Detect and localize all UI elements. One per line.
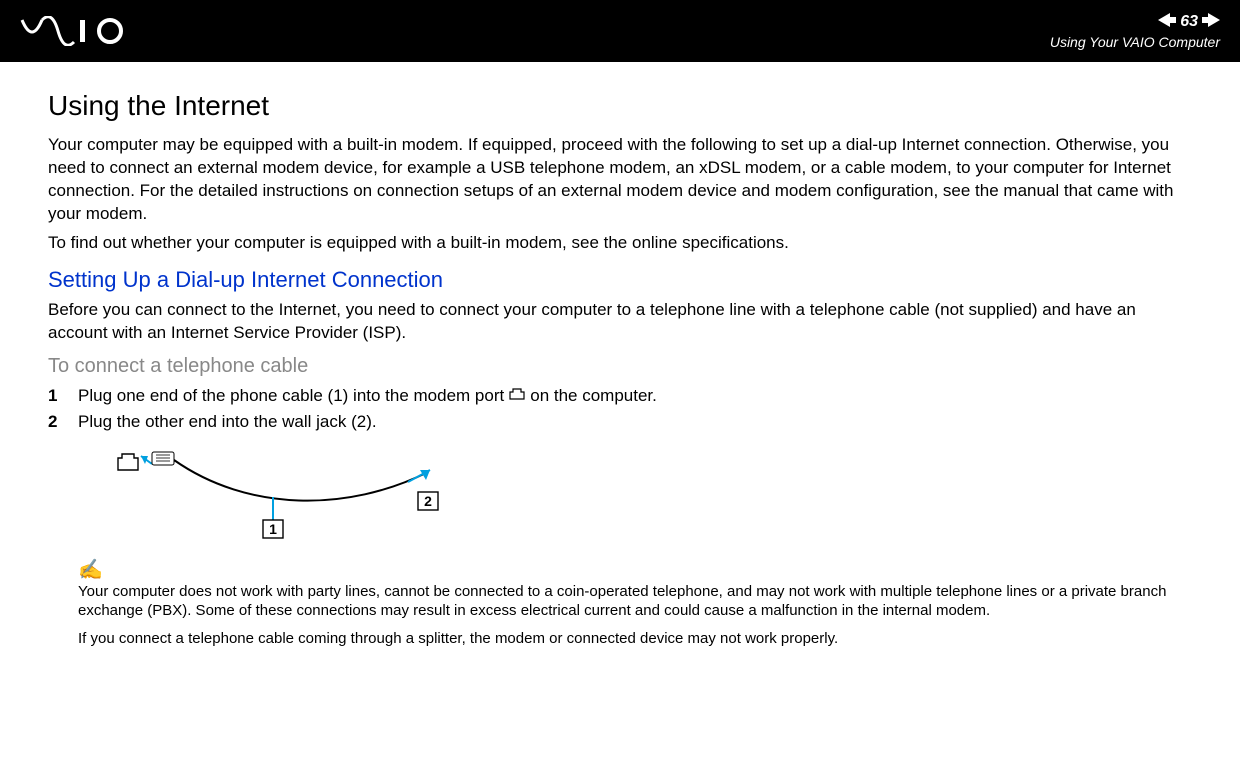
modem-port-icon	[508, 386, 526, 406]
step-number: 1	[48, 386, 78, 406]
page-navigation: 63 Using Your VAIO Computer	[1050, 13, 1220, 50]
section-label: Using Your VAIO Computer	[1050, 34, 1220, 50]
cable-diagram: 1 2	[108, 442, 1192, 547]
dialup-paragraph: Before you can connect to the Internet, …	[48, 299, 1192, 345]
intro-paragraph-1: Your computer may be equipped with a bui…	[48, 134, 1192, 226]
step-text-before: Plug the other end into the wall jack (2…	[78, 412, 377, 432]
step-2: 2 Plug the other end into the wall jack …	[48, 412, 1192, 432]
page-number: 63	[1180, 13, 1198, 31]
subheading-dialup: Setting Up a Dial-up Internet Connection	[48, 267, 1192, 293]
page-content: Using the Internet Your computer may be …	[0, 62, 1240, 676]
page-title: Using the Internet	[48, 90, 1192, 122]
diagram-label-2: 2	[424, 493, 432, 509]
intro-paragraph-2: To find out whether your computer is equ…	[48, 232, 1192, 255]
step-number: 2	[48, 412, 78, 432]
step-1: 1 Plug one end of the phone cable (1) in…	[48, 386, 1192, 406]
note-paragraph-2: If you connect a telephone cable coming …	[78, 629, 1192, 649]
prev-page-arrow[interactable]	[1158, 13, 1176, 32]
next-page-arrow[interactable]	[1202, 13, 1220, 32]
note-icon: ✍	[78, 557, 1192, 582]
vaio-logo	[20, 16, 140, 46]
header-bar: 63 Using Your VAIO Computer	[0, 0, 1240, 62]
diagram-label-1: 1	[269, 521, 277, 537]
step-text-after: on the computer.	[530, 386, 657, 406]
note-paragraph-1: Your computer does not work with party l…	[78, 582, 1192, 621]
subheading-connect-cable: To connect a telephone cable	[48, 355, 1192, 378]
step-text-before: Plug one end of the phone cable (1) into…	[78, 386, 504, 406]
